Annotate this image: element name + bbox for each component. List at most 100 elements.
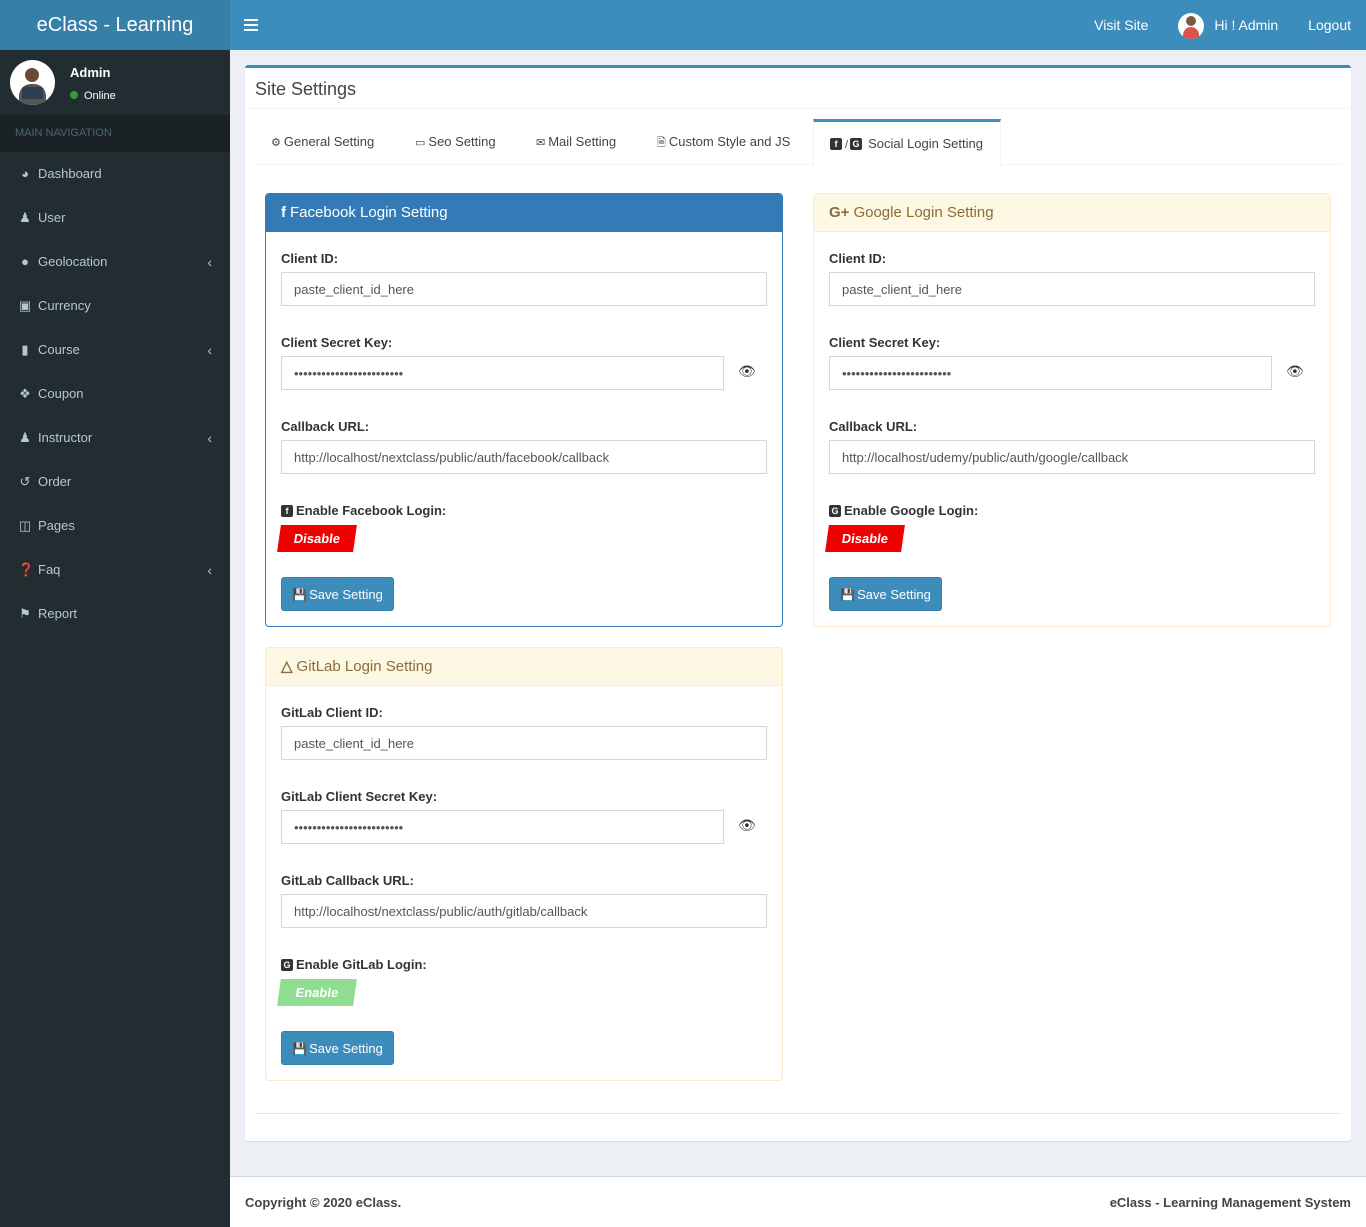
facebook-callback-label: Callback URL: — [281, 419, 370, 434]
user-panel: Admin Online — [0, 50, 230, 115]
sidebar-item-report[interactable]: ⚑ Report — [0, 592, 230, 636]
navbar-right: Visit Site Hi ! Admin Logout — [1079, 0, 1366, 50]
google-callback-input[interactable] — [829, 440, 1315, 474]
gitlab-secret-input[interactable] — [281, 810, 724, 844]
sidebar-item-coupon[interactable]: ❖ Coupon — [0, 372, 230, 416]
google-client-id-label: Client ID: — [829, 251, 887, 266]
logout-link[interactable]: Logout — [1293, 0, 1366, 50]
money-icon: ▣ — [18, 298, 32, 313]
enable-label-text: Enable Facebook Login: — [296, 503, 447, 518]
sidebar-item-label: Pages — [38, 518, 75, 533]
sidebar-item-pages[interactable]: ◫ Pages — [0, 504, 230, 548]
footer-product: eClass - Learning Management System — [1109, 1195, 1351, 1210]
sidebar-item-user[interactable]: ♟ User — [0, 196, 230, 240]
settings-tabs: ⚙ General Setting ▭ Seo Setting ✉ Mail Sett… — [255, 119, 1341, 166]
sidebar-item-dashboard[interactable]: ◕ Dashboard — [0, 152, 230, 196]
gitlab-toggle[interactable]: Enable — [277, 979, 357, 1006]
google-save-button[interactable]: 💾 Save Setting — [829, 577, 942, 611]
divider — [255, 1113, 1341, 1114]
panel-title: GitLab Login Setting — [296, 658, 433, 675]
sidebar-item-label: Report — [38, 606, 78, 621]
sidebar-item-label: Course — [38, 342, 80, 357]
app-logo[interactable]: eClass - Learning — [0, 0, 230, 50]
floppy-icon: 💾 — [292, 1042, 308, 1056]
top-navbar: Visit Site Hi ! Admin Logout — [230, 0, 1366, 50]
facebook-square-icon: f — [281, 504, 293, 517]
laptop-icon: ▭ — [415, 137, 426, 149]
save-label: Save Setting — [309, 587, 383, 602]
avatar — [10, 60, 55, 105]
tab-mail-setting[interactable]: ✉ Mail Setting — [520, 119, 616, 165]
sidebar-item-course[interactable]: ▮ Course ‹ — [0, 328, 230, 372]
sidebar-item-label: User — [38, 210, 66, 225]
google-panel-heading: G+ Google Login Setting — [814, 194, 1330, 232]
eye-icon[interactable]: 👁 — [738, 363, 756, 380]
divider — [245, 108, 1351, 109]
user-icon: ♟ — [19, 210, 31, 225]
user-menu[interactable]: Hi ! Admin — [1163, 0, 1293, 50]
gitlab-client-id-input[interactable] — [281, 726, 767, 760]
sidebar-item-currency[interactable]: ▣ Currency — [0, 284, 230, 328]
sidebar-item-geolocation[interactable]: ● Geolocation ‹ — [0, 240, 230, 284]
history-icon: ↺ — [19, 474, 31, 489]
sidebar-item-label: Currency — [38, 298, 91, 313]
gitlab-save-button[interactable]: 💾 Save Setting — [281, 1031, 394, 1065]
sidebar-item-label: Coupon — [38, 386, 84, 401]
facebook-client-id-label: Client ID: — [281, 251, 339, 266]
chevron-left-icon: ‹ — [207, 430, 212, 446]
tab-label: Custom Style and JS — [668, 134, 791, 149]
user-greeting: Hi ! Admin — [1214, 17, 1279, 33]
save-label: Save Setting — [857, 587, 931, 602]
panel-title: Facebook Login Setting — [290, 204, 448, 221]
sidebar-item-instructor[interactable]: ♟ Instructor ‹ — [0, 416, 230, 460]
sidebar-item-faq[interactable]: ❓ Faq ‹ — [0, 548, 230, 592]
google-login-panel: G+Google Login Setting Client ID: Client… — [813, 193, 1331, 627]
eye-icon[interactable]: 👁 — [1286, 363, 1304, 380]
google-toggle[interactable]: Disable — [825, 525, 905, 552]
eye-icon[interactable]: 👁 — [738, 817, 756, 834]
google-secret-input[interactable] — [829, 356, 1272, 390]
chevron-left-icon: ‹ — [207, 342, 212, 358]
facebook-client-id-input[interactable] — [281, 272, 767, 306]
sidebar-toggle-icon[interactable] — [244, 15, 258, 35]
tab-label: General Setting — [283, 134, 375, 149]
tab-label: Seo Setting — [428, 134, 496, 149]
tab-social-login-setting[interactable]: f / G Social Login Setting — [813, 119, 1001, 166]
page-title: Site Settings — [255, 79, 357, 99]
gitlab-callback-input[interactable] — [281, 894, 767, 928]
file-code-icon: 🗎 — [657, 137, 666, 149]
facebook-secret-input[interactable] — [281, 356, 724, 390]
tab-general-setting[interactable]: ⚙ General Setting — [255, 119, 374, 165]
sidebar-item-label: Faq — [38, 562, 61, 577]
facebook-callback-input[interactable] — [281, 440, 767, 474]
tab-seo-setting[interactable]: ▭ Seo Setting — [399, 119, 496, 165]
google-client-id-input[interactable] — [829, 272, 1315, 306]
gitlab-client-id-label: GitLab Client ID: — [281, 705, 383, 720]
tab-label: Mail Setting — [548, 134, 617, 149]
status-text: Online — [84, 90, 116, 102]
save-label: Save Setting — [309, 1041, 383, 1056]
menu-header: MAIN NAVIGATION — [0, 115, 230, 152]
book-icon: ▮ — [21, 342, 29, 357]
facebook-save-button[interactable]: 💾 Save Setting — [281, 577, 394, 611]
sidebar: Admin Online MAIN NAVIGATION ◕ Dashboard … — [0, 50, 230, 1227]
gears-icon: ⚙ — [271, 137, 281, 149]
footer-copyright: Copyright © 2020 eClass. — [245, 1195, 402, 1210]
sidebar-item-label: Dashboard — [38, 166, 102, 181]
visit-site-link[interactable]: Visit Site — [1079, 0, 1163, 50]
google-plus-square-icon: G — [829, 504, 841, 517]
enable-label-text: Enable Google Login: — [844, 503, 979, 518]
slash-separator: / — [845, 139, 849, 151]
panel-title: Google Login Setting — [853, 204, 994, 221]
google-secret-label: Client Secret Key: — [829, 335, 941, 350]
sidebar-user-name: Admin — [70, 65, 111, 80]
site-settings-box: Site Settings ⚙ General Setting ▭ Seo Sett… — [245, 65, 1351, 1141]
globe-icon: ● — [21, 254, 29, 269]
floppy-icon: 💾 — [292, 588, 308, 602]
facebook-login-panel: fFacebook Login Setting Client ID: Clien… — [265, 193, 783, 627]
facebook-enable-label: f Enable Facebook Login: — [281, 503, 446, 518]
sidebar-item-order[interactable]: ↺ Order — [0, 460, 230, 504]
tab-custom-style-js[interactable]: 🗎 Custom Style and JS — [641, 119, 790, 165]
google-callback-label: Callback URL: — [829, 419, 918, 434]
facebook-toggle[interactable]: Disable — [277, 525, 357, 552]
